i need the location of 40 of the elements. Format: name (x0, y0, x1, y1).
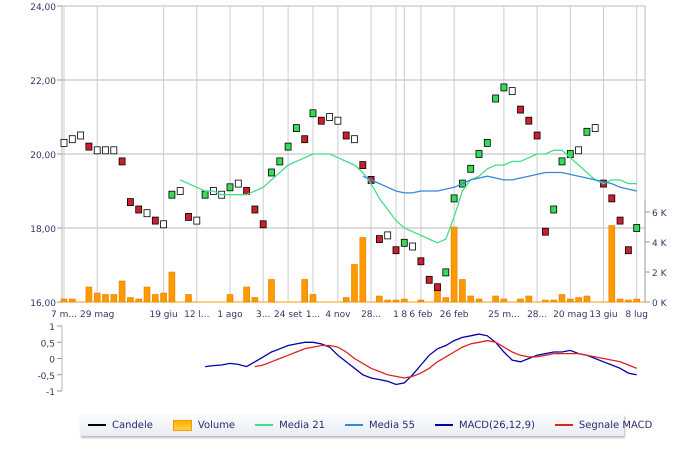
axis-label: 24,00 (30, 3, 56, 13)
axis-label: 1... (306, 310, 320, 320)
legend-label: Segnale MACD (578, 420, 652, 430)
axis-label: 20 mag (553, 310, 588, 320)
axis-label: 24 set (274, 310, 302, 320)
axis-label: 6 feb (409, 310, 432, 320)
axis-label: 16,00 (30, 299, 56, 309)
axis-label: 18,00 (30, 225, 56, 235)
axis-label: 3... (256, 310, 270, 320)
axis-label: 13 giu (589, 310, 618, 320)
axis-label: 28... (361, 310, 382, 320)
axis-label: 7 m... (51, 310, 77, 320)
legend-label: MACD(26,12,9) (458, 420, 535, 430)
axis-label: -1 (46, 388, 55, 398)
axis-label: 26 feb (440, 310, 468, 320)
axis-label: 8 (401, 310, 408, 320)
axis-label: 29 mag (80, 310, 114, 320)
axis-label: -0,5 (37, 372, 55, 382)
axis-label: 22,00 (30, 77, 56, 87)
axis-label: 8 lug (625, 310, 648, 320)
axis-label: 25 m... (488, 310, 520, 320)
y-axis (56, 326, 62, 392)
axis-label: 0 K (652, 299, 666, 309)
legend-label: Media 55 (369, 420, 415, 430)
axis-label: 0 (49, 356, 55, 366)
axis-label: 0,5 (40, 339, 55, 350)
legend-label: Candele (112, 420, 153, 430)
axis-label: 20,00 (30, 151, 56, 161)
axis-label: 6 K (652, 209, 666, 219)
axis-label: 1 (393, 310, 399, 320)
axis-label: 12 l... (184, 310, 210, 320)
legend-label: Volume (198, 420, 236, 430)
axis-label: 1 ago (217, 310, 243, 320)
axis-label: 28... (527, 310, 548, 320)
axis-label: 4 nov (325, 310, 350, 320)
legend-label: Media 21 (279, 420, 326, 430)
axis-label: 19 giu (149, 310, 178, 320)
axis-label: 2 K (652, 269, 666, 279)
axis-label: 4 K (652, 239, 666, 249)
axis-label: 1 (49, 323, 55, 333)
